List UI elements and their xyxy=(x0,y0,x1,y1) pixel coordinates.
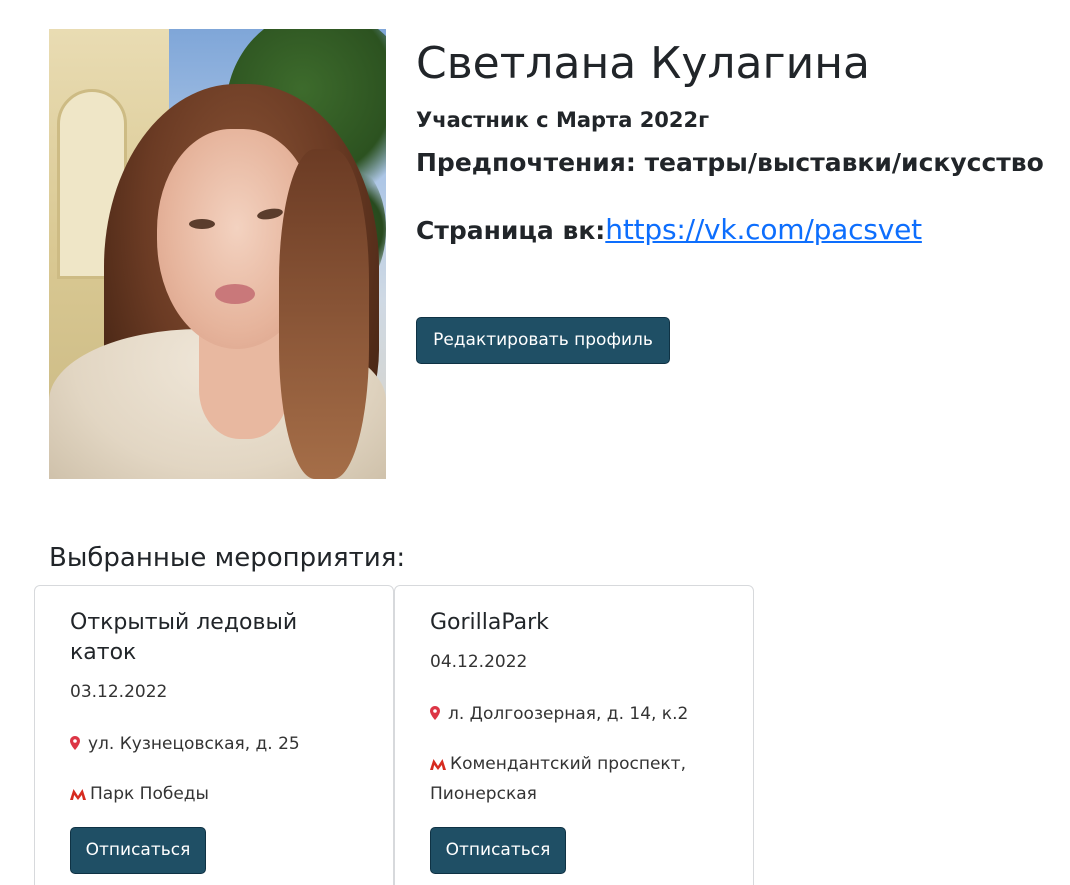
metro-icon xyxy=(430,759,446,770)
event-date: 03.12.2022 xyxy=(70,682,168,702)
profile-page: Светлана Кулагина Участник с Марта 2022г… xyxy=(0,0,1070,885)
event-address: л. Долгоозерная, д. 14, к.2 xyxy=(430,699,730,729)
event-metro: Комендантский проспект, Пионерская xyxy=(430,749,730,809)
photo-eye-left xyxy=(189,219,215,229)
map-pin-icon xyxy=(70,736,80,750)
event-address: ул. Кузнецовская, д. 25 xyxy=(70,729,370,759)
preferences: Предпочтения: театры/выставки/искусство xyxy=(416,148,1044,177)
event-metro-text: Парк Победы xyxy=(90,784,209,804)
vk-link[interactable]: https://vk.com/pacsvet xyxy=(605,213,922,246)
event-address-text: ул. Кузнецовская, д. 25 xyxy=(88,734,300,754)
event-metro-text: Комендантский проспект, Пионерская xyxy=(430,754,686,804)
map-pin-icon xyxy=(430,706,440,720)
vk-page: Страница вк:https://vk.com/pacsvet xyxy=(416,213,922,246)
event-metro: Парк Победы xyxy=(70,779,370,809)
metro-icon xyxy=(70,789,86,800)
profile-name: Светлана Кулагина xyxy=(416,38,870,89)
event-card: Открытый ледовый каток 03.12.2022 ул. Ку… xyxy=(34,585,394,885)
event-date: 04.12.2022 xyxy=(430,652,528,672)
event-title: GorillaPark xyxy=(430,610,549,635)
event-title: Открытый ледовый каток xyxy=(70,610,298,665)
event-card: GorillaPark 04.12.2022 л. Долгоозерная, … xyxy=(394,585,754,885)
photo-lips xyxy=(215,284,255,304)
events-title: Выбранные мероприятия: xyxy=(49,543,406,573)
photo-hair-strand xyxy=(279,149,369,479)
unsubscribe-button[interactable]: Отписаться xyxy=(70,827,206,874)
profile-photo xyxy=(49,29,386,479)
edit-profile-button[interactable]: Редактировать профиль xyxy=(416,317,670,364)
event-address-text: л. Долгоозерная, д. 14, к.2 xyxy=(448,704,689,724)
member-since: Участник с Марта 2022г xyxy=(416,108,710,132)
unsubscribe-button[interactable]: Отписаться xyxy=(430,827,566,874)
vk-label: Страница вк: xyxy=(416,216,606,245)
